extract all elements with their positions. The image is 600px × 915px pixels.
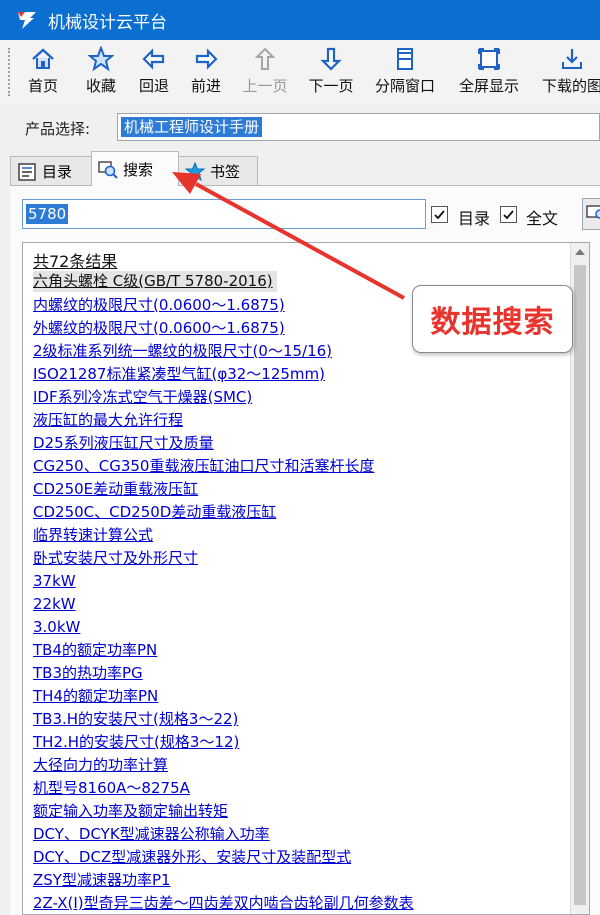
search-go-icon	[586, 205, 600, 219]
download-button[interactable]: 下载的图	[532, 40, 600, 104]
result-item[interactable]: 22kW	[33, 593, 553, 616]
home-icon	[32, 48, 54, 69]
results-count: 共72条结果	[33, 252, 118, 271]
search-query: 5780	[26, 204, 69, 224]
split-window-button[interactable]: 分隔窗口	[364, 40, 446, 104]
result-item[interactable]: 六角头螺栓 C级(GB/T 5780-2016)	[33, 271, 277, 292]
result-item[interactable]: 额定输入功率及额定输出转矩	[33, 800, 553, 823]
result-item[interactable]: D25系列液压缸尺寸及质量	[33, 432, 553, 455]
toolbar: 首页 收藏 回退 前进 上一页 下一页 分隔窗口 全屏显示 下载的图	[0, 40, 600, 105]
result-item[interactable]: 37kW	[33, 570, 553, 593]
toolbar-grip[interactable]	[8, 48, 10, 96]
result-item[interactable]: 临界转速计算公式	[33, 524, 553, 547]
app-logo-icon	[16, 9, 38, 31]
arrow-right-icon	[195, 48, 218, 70]
result-item[interactable]: TH4的额定功率PN	[33, 685, 553, 708]
results-items: 六角头螺栓 C级(GB/T 5780-2016) 内螺纹的极限尺寸(0.0600～…	[33, 271, 553, 914]
fullscreen-button[interactable]: 全屏显示	[446, 40, 532, 104]
window-title: 机械设计云平台	[48, 12, 167, 33]
tab-catalog[interactable]: 目录	[10, 156, 92, 186]
next-page-button[interactable]: 下一页	[298, 40, 364, 104]
result-item[interactable]: 2Z-X(Ⅰ)型奇异三齿差～四齿差双内啮合齿轮副几何参数表	[33, 892, 553, 914]
bookmark-star-icon	[185, 161, 205, 181]
catalog-icon	[18, 162, 36, 181]
tab-search[interactable]: 搜索	[91, 151, 179, 186]
forward-button[interactable]: 前进	[180, 40, 232, 104]
product-value: 机械工程师设计手册	[121, 117, 263, 137]
arrow-left-icon	[142, 48, 165, 70]
back-button[interactable]: 回退	[128, 40, 180, 104]
product-label: 产品选择:	[25, 120, 91, 138]
result-item[interactable]: CD250C、CD250D差动重载液压缸	[33, 501, 553, 524]
result-item[interactable]: 卧式安装尺寸及外形尺寸	[33, 547, 553, 570]
catalog-checkbox[interactable]	[431, 206, 448, 223]
callout-text: 数据搜索	[430, 305, 555, 340]
result-item[interactable]: TH2.H的安装尺寸(规格3～12)	[33, 731, 553, 754]
previous-page-button[interactable]: 上一页	[232, 40, 298, 104]
result-item[interactable]: 3.0kW	[33, 616, 553, 639]
tab-bookmarks[interactable]: 书签	[178, 156, 258, 186]
search-icon	[98, 161, 118, 179]
split-window-icon	[397, 48, 413, 70]
result-item[interactable]: ISO21287标准紧凑型气缸(φ32～125mm)	[33, 363, 553, 386]
result-item[interactable]: CG250、CG350重载液压缸油口尺寸和活塞杆长度	[33, 455, 553, 478]
fulltext-checkbox-label: 全文	[526, 209, 559, 228]
title-bar: 机械设计云平台	[0, 0, 600, 40]
result-item[interactable]: DCY、DCZ型减速器外形、安装尺寸及装配型式	[33, 846, 553, 869]
fullscreen-icon	[478, 48, 500, 70]
result-item[interactable]: 机型号8160A～8275A	[33, 777, 553, 800]
result-item[interactable]: IDF系列冷冻式空气干燥器(SMC)	[33, 386, 553, 409]
search-input[interactable]: 5780	[22, 199, 426, 229]
catalog-checkbox-label: 目录	[458, 209, 491, 228]
result-item[interactable]: TB4的额定功率PN	[33, 639, 553, 662]
result-item[interactable]: 大径向力的功率计算	[33, 754, 553, 777]
result-item[interactable]: ZSY型减速器功率P1	[33, 869, 553, 892]
result-item[interactable]: TB3的热功率PG	[33, 662, 553, 685]
checkmark-icon	[434, 210, 445, 220]
arrow-up-icon	[254, 47, 276, 70]
fulltext-checkbox[interactable]	[500, 206, 517, 223]
scroll-up-arrow-icon[interactable]	[575, 249, 585, 255]
favorite-button[interactable]: 收藏	[74, 40, 128, 104]
result-item[interactable]: CD250E差动重载液压缸	[33, 478, 553, 501]
product-select[interactable]: 机械工程师设计手册	[117, 113, 600, 141]
checkmark-icon	[503, 210, 514, 220]
scrollbar-thumb[interactable]	[574, 265, 586, 905]
search-go-button[interactable]	[582, 198, 600, 230]
search-callout: 数据搜索	[412, 285, 573, 353]
result-item[interactable]: DCY、DCYK型减速器公称输入功率	[33, 823, 553, 846]
result-item[interactable]: 液压缸的最大允许行程	[33, 409, 553, 432]
arrow-down-icon	[320, 47, 342, 71]
home-button[interactable]: 首页	[12, 40, 74, 104]
result-item[interactable]: TB3.H的安装尺寸(规格3～22)	[33, 708, 553, 731]
tab-strip: 目录 搜索 书签	[10, 150, 600, 186]
star-icon	[88, 46, 114, 72]
download-icon	[562, 49, 582, 69]
product-row: 产品选择: 机械工程师设计手册	[0, 104, 600, 150]
